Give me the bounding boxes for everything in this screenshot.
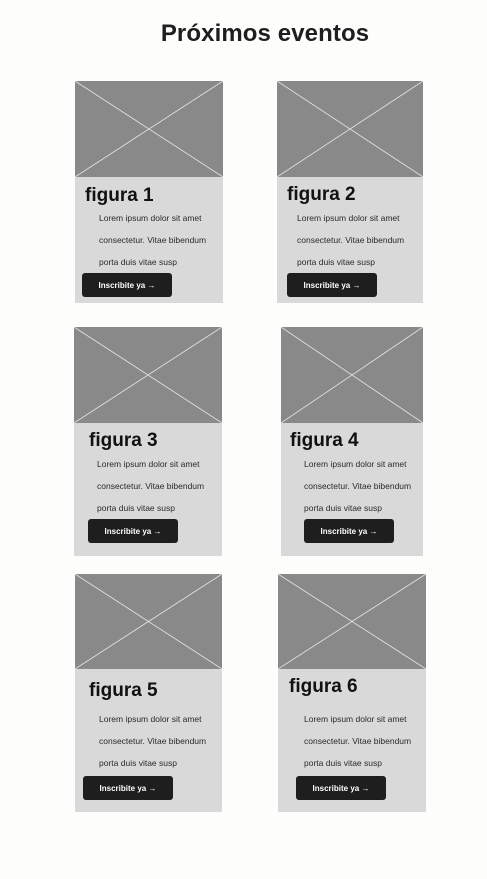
card-description-line: consectetur. Vitae bibendum <box>97 481 205 491</box>
event-card-3: figura 3 Lorem ipsum dolor sit amet cons… <box>74 327 222 556</box>
image-placeholder-icon <box>277 81 423 177</box>
image-placeholder-icon <box>281 327 423 423</box>
event-card-6: figura 6 Lorem ipsum dolor sit amet cons… <box>278 574 426 812</box>
image-placeholder-icon <box>278 574 426 669</box>
card-title: figura 2 <box>287 184 356 205</box>
card-title: figura 4 <box>290 430 359 451</box>
image-placeholder-icon <box>74 327 222 423</box>
card-description-line: porta duis vitae susp <box>97 503 175 513</box>
card-title: figura 3 <box>89 430 158 451</box>
event-card-2: figura 2 Lorem ipsum dolor sit amet cons… <box>277 81 423 303</box>
card-title: figura 5 <box>89 680 158 701</box>
register-button[interactable]: Inscribite ya → <box>296 776 386 800</box>
card-description-line: Lorem ipsum dolor sit amet <box>297 213 400 223</box>
card-description: Lorem ipsum dolor sit amet consectetur. … <box>297 207 404 273</box>
page-title: Próximos eventos <box>160 20 370 47</box>
card-description-line: Lorem ipsum dolor sit amet <box>304 459 407 469</box>
register-button[interactable]: Inscribite ya → <box>82 273 172 297</box>
card-description-line: Lorem ipsum dolor sit amet <box>99 714 202 724</box>
card-description-line: Lorem ipsum dolor sit amet <box>97 459 200 469</box>
card-description-line: Lorem ipsum dolor sit amet <box>304 714 407 724</box>
register-button[interactable]: Inscribite ya → <box>304 519 394 543</box>
register-button[interactable]: Inscribite ya → <box>83 776 173 800</box>
card-description-line: porta duis vitae susp <box>99 257 177 267</box>
card-description: Lorem ipsum dolor sit amet consectetur. … <box>99 708 206 774</box>
event-card-1: figura 1 Lorem ipsum dolor sit amet cons… <box>75 81 223 303</box>
register-button[interactable]: Inscribite ya → <box>287 273 377 297</box>
event-card-5: figura 5 Lorem ipsum dolor sit amet cons… <box>75 574 222 812</box>
card-description-line: porta duis vitae susp <box>297 257 375 267</box>
card-description-line: consectetur. Vitae bibendum <box>99 736 207 746</box>
event-card-4: figura 4 Lorem ipsum dolor sit amet cons… <box>281 327 423 556</box>
card-description: Lorem ipsum dolor sit amet consectetur. … <box>99 207 206 273</box>
card-description-line: consectetur. Vitae bibendum <box>304 481 412 491</box>
card-description-line: consectetur. Vitae bibendum <box>304 736 412 746</box>
image-placeholder-icon <box>75 81 223 177</box>
card-description: Lorem ipsum dolor sit amet consectetur. … <box>304 708 411 774</box>
card-title: figura 6 <box>289 676 358 697</box>
card-description-line: porta duis vitae susp <box>304 758 382 768</box>
card-description-line: Lorem ipsum dolor sit amet <box>99 213 202 223</box>
card-description-line: porta duis vitae susp <box>99 758 177 768</box>
card-description: Lorem ipsum dolor sit amet consectetur. … <box>97 453 204 519</box>
card-description-line: consectetur. Vitae bibendum <box>99 235 207 245</box>
image-placeholder-icon <box>75 574 222 669</box>
card-description-line: porta duis vitae susp <box>304 503 382 513</box>
register-button[interactable]: Inscribite ya → <box>88 519 178 543</box>
card-description: Lorem ipsum dolor sit amet consectetur. … <box>304 453 411 519</box>
card-title: figura 1 <box>85 185 154 206</box>
card-description-line: consectetur. Vitae bibendum <box>297 235 405 245</box>
